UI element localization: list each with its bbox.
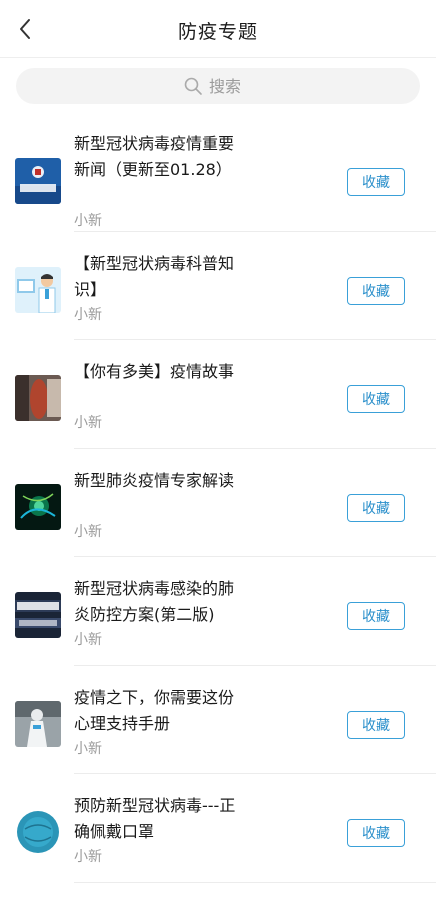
item-title: 新型肺炎疫情专家解读 (74, 470, 235, 490)
doctor-illustration-thumbnail (15, 266, 61, 313)
favorite-button[interactable]: 收藏 (347, 385, 405, 413)
header-bar: 防疫专题 (0, 0, 436, 58)
list-item[interactable]: 【新型冠状病毒科普知识】 小新 收藏 (0, 232, 436, 340)
item-title: 预防新型冠状病毒---正确佩戴口罩 (74, 796, 236, 841)
photo-thumbnail (15, 375, 61, 421)
virus-image-thumbnail (15, 483, 61, 530)
item-source: 小新 (74, 523, 102, 540)
news-thumbnail (15, 158, 61, 204)
search-input[interactable] (209, 76, 253, 96)
mask-thumbnail (15, 809, 61, 855)
list-item[interactable]: 疫情之下，你需要这份心理支持手册 小新 收藏 (0, 666, 436, 774)
item-title: 【你有多美】疫情故事 (74, 362, 235, 381)
item-title: 【新型冠状病毒科普知识】 (74, 253, 235, 299)
item-title: 新型冠状病毒感染的肺炎防控方案(第二版) (74, 579, 235, 624)
item-source: 小新 (74, 740, 102, 757)
page-title: 防疫专题 (177, 21, 258, 43)
favorite-button[interactable]: 收藏 (347, 819, 405, 847)
list-item[interactable]: 预防新型冠状病毒---正确佩戴口罩 小新 收藏 (0, 774, 436, 883)
favorite-button[interactable]: 收藏 (347, 168, 405, 196)
favorite-button[interactable]: 收藏 (347, 602, 405, 630)
favorite-button[interactable]: 收藏 (347, 276, 405, 305)
list-item[interactable]: 新型肺炎疫情专家解读 小新 收藏 (0, 449, 436, 557)
item-title: 新型冠状病毒疫情重要新闻（更新至01.28） (74, 134, 235, 179)
list-item[interactable]: 新型冠状病毒感染的肺炎防控方案(第二版) 小新 收藏 (0, 557, 436, 666)
list-item[interactable]: 【你有多美】疫情故事 小新 收藏 (0, 340, 436, 449)
item-source: 小新 (74, 213, 102, 229)
list-item[interactable]: 新型冠状病毒疫情重要新闻（更新至01.28） 小新 收藏 (0, 123, 436, 232)
favorite-button[interactable]: 收藏 (347, 493, 405, 522)
protective-suit-thumbnail (15, 700, 61, 747)
item-source: 小新 (74, 306, 102, 323)
item-source: 小新 (74, 632, 102, 648)
divider (74, 881, 436, 883)
item-source: 小新 (74, 415, 102, 431)
prevention-plan-thumbnail (15, 592, 61, 638)
favorite-button[interactable]: 收藏 (347, 710, 405, 739)
item-title: 疫情之下，你需要这份心理支持手册 (74, 687, 235, 733)
search-icon (184, 77, 202, 95)
item-source: 小新 (74, 849, 102, 865)
article-list: 新型冠状病毒疫情重要新闻（更新至01.28） 小新 收藏 【新型冠状病毒科普知识… (0, 123, 436, 883)
search-bar[interactable] (16, 68, 420, 104)
